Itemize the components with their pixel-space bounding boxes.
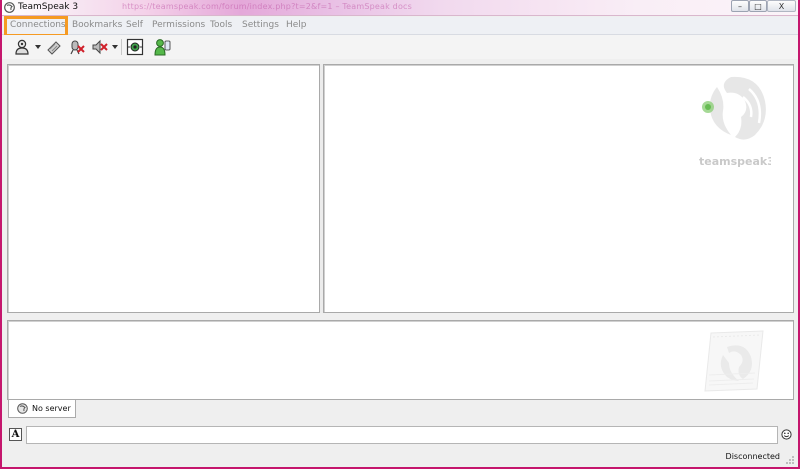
teamspeak-logo-icon: teamspeak3 bbox=[699, 76, 771, 168]
menu-bar: Connections Bookmarks Self Permissions T… bbox=[2, 17, 798, 35]
minimize-icon: – bbox=[738, 1, 742, 11]
maximize-button[interactable]: □ bbox=[749, 0, 767, 12]
speakers-dropdown-arrow-icon[interactable] bbox=[112, 45, 118, 49]
background-window-caption: https://teamspeak.com/forum/index.php?t=… bbox=[122, 2, 413, 11]
teamspeak-logo-text: teamspeak3 bbox=[699, 155, 771, 168]
title-bar[interactable]: TeamSpeak 3 https://teamspeak.com/forum/… bbox=[2, 0, 798, 16]
resize-grip-icon[interactable] bbox=[785, 455, 795, 465]
tab-label: No server bbox=[32, 404, 71, 413]
teamspeak-window: TeamSpeak 3 https://teamspeak.com/forum/… bbox=[0, 0, 800, 469]
menu-permissions[interactable]: Permissions bbox=[152, 20, 205, 30]
toolbar bbox=[2, 35, 798, 59]
minimize-button[interactable]: – bbox=[731, 0, 749, 12]
chat-watermark-icon bbox=[704, 330, 764, 392]
menu-bookmarks[interactable]: Bookmarks bbox=[72, 20, 122, 30]
chat-input[interactable] bbox=[26, 426, 778, 444]
chat-input-row: A bbox=[7, 426, 794, 444]
mute-speakers-icon[interactable] bbox=[91, 38, 109, 56]
emoticon-icon[interactable] bbox=[781, 429, 792, 440]
menu-tools[interactable]: Tools bbox=[210, 20, 232, 30]
tab-no-server[interactable]: No server bbox=[8, 400, 76, 418]
mute-microphone-icon[interactable] bbox=[68, 38, 86, 56]
menu-help[interactable]: Help bbox=[286, 20, 307, 30]
info-panel[interactable]: teamspeak3 bbox=[323, 64, 794, 313]
connect-dropdown-arrow-icon[interactable] bbox=[35, 45, 41, 49]
menu-settings[interactable]: Settings bbox=[242, 20, 279, 30]
teamspeak-app-icon bbox=[4, 2, 15, 13]
menu-self[interactable]: Self bbox=[126, 20, 143, 30]
disconnect-icon[interactable] bbox=[45, 38, 63, 56]
subscribe-channel-icon[interactable] bbox=[126, 38, 144, 56]
channel-tree-panel[interactable] bbox=[7, 64, 320, 313]
toolbar-separator bbox=[121, 39, 122, 55]
server-tab-bar: No server bbox=[7, 400, 794, 420]
window-title: TeamSpeak 3 bbox=[18, 2, 79, 12]
chat-log-panel[interactable] bbox=[7, 320, 794, 400]
maximize-icon: □ bbox=[754, 1, 762, 11]
close-icon: X bbox=[778, 1, 785, 11]
server-tab-icon bbox=[17, 403, 28, 414]
connections-highlight-box bbox=[4, 16, 68, 37]
connection-status: Disconnected bbox=[725, 452, 780, 461]
away-status-icon[interactable] bbox=[153, 38, 171, 56]
connect-icon[interactable] bbox=[14, 38, 32, 56]
status-bar: Disconnected bbox=[2, 447, 798, 467]
close-button[interactable]: X bbox=[767, 0, 796, 12]
text-format-button[interactable]: A bbox=[9, 428, 22, 441]
